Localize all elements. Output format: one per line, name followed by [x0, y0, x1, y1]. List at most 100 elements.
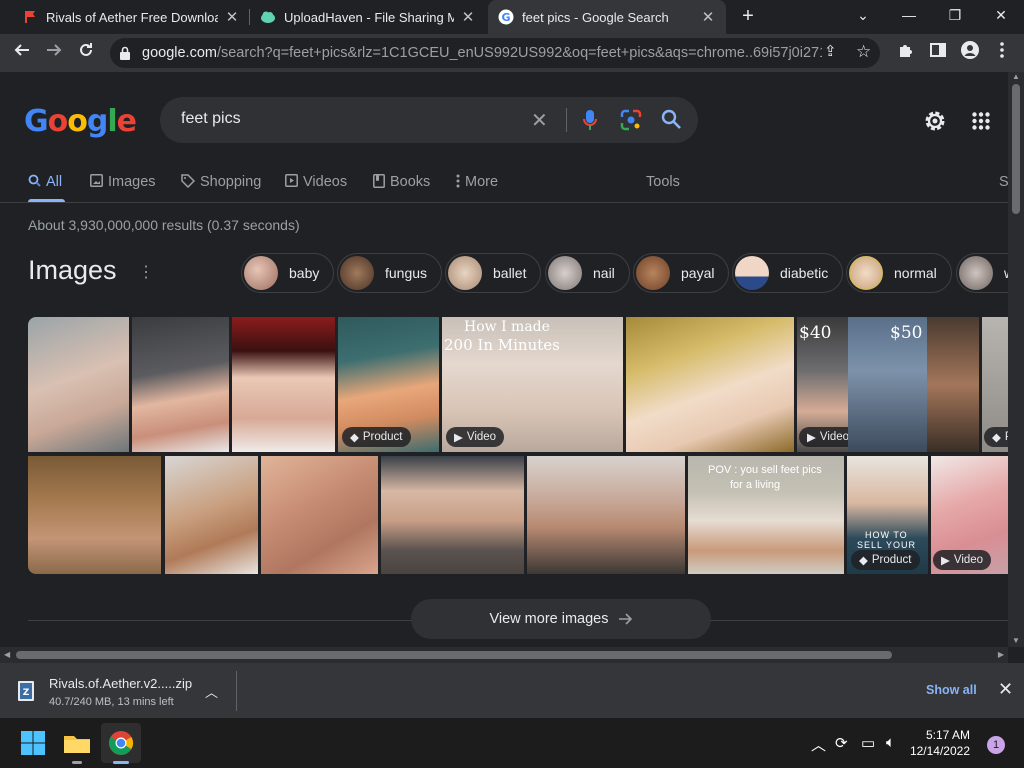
image-result[interactable] — [527, 456, 685, 574]
notification-count-badge[interactable]: 1 — [987, 736, 1005, 754]
file-explorer-icon[interactable] — [61, 727, 93, 759]
product-badge: ◆ Product — [342, 427, 411, 447]
sync-icon[interactable]: ⟳ — [835, 734, 848, 752]
image-result[interactable]: $40 ▶ Video — [797, 317, 848, 452]
close-tab-icon[interactable]: ✕ — [460, 8, 476, 26]
running-indicator — [72, 761, 82, 764]
settings-gear-icon[interactable] — [922, 108, 948, 134]
reload-button[interactable] — [74, 41, 98, 65]
tab-books[interactable]: Books — [373, 172, 430, 192]
network-icon[interactable]: ▭ — [861, 734, 875, 752]
view-more-images-button[interactable]: View more images — [411, 599, 711, 639]
image-result[interactable]: How I made 200 In Minutes ▶ Video — [442, 317, 623, 452]
url-text: google.com/search?q=feet+pics&rlz=1C1GCE… — [142, 45, 822, 61]
image-result[interactable] — [381, 456, 524, 574]
address-bar[interactable]: google.com/search?q=feet+pics&rlz=1C1GCE… — [110, 38, 880, 68]
chip-baby[interactable]: baby — [241, 253, 335, 293]
images-heading[interactable]: Images — [28, 255, 117, 286]
tab-images[interactable]: Images — [90, 172, 156, 192]
image-result[interactable] — [28, 456, 161, 574]
kebab-menu-icon — [1000, 42, 1004, 58]
volume-icon[interactable]: 🔈︎ — [886, 734, 895, 751]
image-result[interactable]: ◆P — [982, 317, 1008, 452]
search-query[interactable]: feet pics — [181, 110, 241, 128]
chip-thumbnail — [735, 256, 769, 290]
image-result[interactable] — [132, 317, 229, 452]
chrome-icon[interactable] — [105, 727, 137, 759]
image-result[interactable]: ▶ Video — [931, 456, 1008, 574]
scrollbar-thumb[interactable] — [16, 651, 892, 659]
overlay-text: HOW TO — [865, 530, 908, 540]
taskbar-clock[interactable]: 5:17 AM 12/14/2022 — [906, 727, 970, 759]
minimize-button[interactable]: — — [886, 0, 932, 30]
chip-thumbnail — [636, 256, 670, 290]
microphone-icon[interactable] — [583, 108, 597, 132]
download-filename[interactable]: Rivals.of.Aether.v2.....zip — [49, 676, 192, 691]
tab-all[interactable]: All — [28, 172, 62, 192]
image-result[interactable]: ◆ Product — [338, 317, 439, 452]
image-result[interactable] — [165, 456, 258, 574]
restore-button[interactable]: ❐ — [932, 0, 978, 30]
chip-nail[interactable]: nail — [545, 253, 630, 293]
tag-icon: ◆ — [859, 555, 868, 567]
overlay-text: $50 — [890, 323, 923, 343]
new-tab-button[interactable]: + — [736, 4, 760, 28]
image-result[interactable]: POV : you sell feet pics for a living — [688, 456, 844, 574]
chevron-up-tray-icon[interactable]: ︿ — [811, 734, 826, 755]
image-result[interactable]: HOW TO SELL YOUR ◆ Product — [847, 456, 928, 574]
scroll-left-arrow-icon[interactable]: ◀ — [4, 650, 10, 659]
image-result[interactable] — [927, 317, 979, 452]
google-lens-icon[interactable] — [620, 109, 642, 131]
chip-normal[interactable]: normal — [846, 253, 952, 293]
scroll-right-arrow-icon[interactable]: ▶ — [998, 650, 1004, 659]
image-result[interactable] — [261, 456, 378, 574]
search-icon[interactable] — [660, 108, 682, 130]
tab-cut-off[interactable]: S — [999, 172, 1008, 192]
images-options-icon[interactable]: ⋮ — [138, 262, 154, 282]
chip-w[interactable]: w — [956, 253, 1008, 293]
scroll-down-arrow-icon[interactable]: ▼ — [1012, 636, 1020, 645]
close-window-button[interactable]: ✕ — [978, 0, 1024, 30]
scroll-up-arrow-icon[interactable]: ▲ — [1012, 72, 1020, 81]
show-all-downloads-button[interactable]: Show all — [926, 683, 977, 697]
image-result[interactable]: $50 — [848, 317, 927, 452]
tab-rivals-of-aether[interactable]: Rivals of Aether Free Download ( ✕ — [12, 0, 250, 34]
tab-google-search[interactable]: G feet pics - Google Search ✕ — [488, 0, 726, 34]
chip-diabetic[interactable]: diabetic — [732, 253, 844, 293]
close-tab-icon[interactable]: ✕ — [224, 8, 240, 26]
tab-uploadhaven[interactable]: UploadHaven - File Sharing Made ✕ — [250, 0, 486, 34]
chip-payal[interactable]: payal — [633, 253, 730, 293]
forward-button[interactable] — [42, 41, 66, 65]
chip-fungus[interactable]: fungus — [337, 253, 443, 293]
tab-title: Rivals of Aether Free Download ( — [46, 9, 218, 25]
windows-start-icon[interactable] — [17, 727, 49, 759]
tab-more[interactable]: More — [456, 172, 498, 192]
chip-ballet[interactable]: ballet — [445, 253, 542, 293]
close-download-bar-icon[interactable]: ✕ — [998, 679, 1013, 700]
horizontal-scrollbar[interactable]: ◀ ▶ — [0, 647, 1008, 663]
back-button[interactable] — [10, 41, 34, 65]
share-icon[interactable]: ⇪ — [824, 42, 837, 60]
vertical-scrollbar[interactable]: ▲ ▼ — [1008, 72, 1024, 647]
chevron-up-icon[interactable]: ︿ — [205, 682, 218, 701]
google-logo[interactable]: Google — [24, 104, 137, 139]
tab-label: All — [46, 174, 63, 190]
chrome-menu-button[interactable] — [990, 41, 1014, 65]
image-result[interactable] — [626, 317, 794, 452]
bookmark-star-icon[interactable]: ☆ — [856, 42, 871, 62]
close-tab-icon[interactable]: ✕ — [700, 8, 716, 26]
extensions-button[interactable] — [894, 41, 918, 65]
tools-button[interactable]: Tools — [646, 172, 680, 192]
image-result[interactable] — [232, 317, 335, 452]
clock-date: 12/14/2022 — [909, 744, 970, 758]
side-panel-button[interactable] — [926, 41, 950, 65]
scrollbar-thumb[interactable] — [1012, 84, 1020, 214]
tab-search-dropdown-icon[interactable]: ⌄ — [840, 0, 886, 30]
google-apps-grid-icon[interactable] — [972, 112, 990, 130]
search-box[interactable]: feet pics ✕ — [160, 97, 698, 143]
tab-videos[interactable]: Videos — [285, 172, 347, 192]
clear-search-icon[interactable]: ✕ — [531, 108, 548, 133]
tab-shopping[interactable]: Shopping — [181, 172, 261, 192]
profile-button[interactable] — [958, 41, 982, 65]
image-result[interactable] — [28, 317, 129, 452]
